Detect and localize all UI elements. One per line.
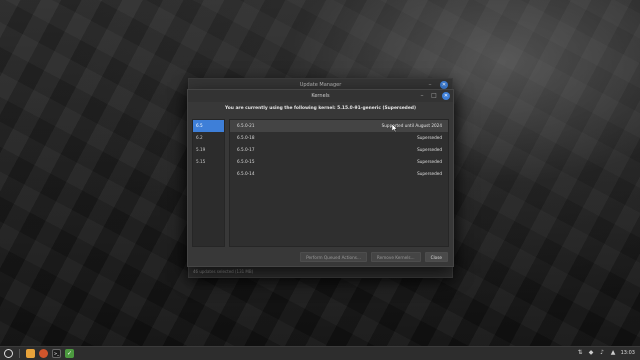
kernel-status: Superseded bbox=[417, 171, 442, 176]
perform-queued-actions-button[interactable]: Perform Queued Actions... bbox=[300, 252, 367, 262]
version-item-5-19[interactable]: 5.19 bbox=[193, 144, 224, 156]
update-status-text: 46 updates selected (131 MB) bbox=[193, 269, 254, 274]
maximize-icon[interactable]: □ bbox=[430, 92, 438, 100]
kernel-list[interactable]: 6.5.0-21 Supported until August 2024 6.5… bbox=[229, 119, 449, 247]
kernel-status: Supported until August 2024 bbox=[381, 123, 442, 128]
close-button[interactable]: Close bbox=[424, 252, 448, 262]
update-manager-title: Update Manager bbox=[299, 82, 342, 88]
close-icon[interactable]: ✕ bbox=[440, 81, 448, 89]
kernel-row[interactable]: 6.5.0-15 Superseded bbox=[230, 156, 448, 168]
minimize-icon[interactable]: – bbox=[418, 92, 426, 100]
network-icon[interactable]: ⇅ bbox=[577, 349, 584, 356]
kernel-name: 6.5.0-15 bbox=[237, 159, 255, 164]
kernel-status: Superseded bbox=[417, 147, 442, 152]
kernel-name: 6.5.0-21 bbox=[237, 123, 255, 128]
version-item-5-15[interactable]: 5.15 bbox=[193, 156, 224, 168]
kernel-version-list[interactable]: 6.5 6.2 5.19 5.15 bbox=[192, 119, 225, 247]
files-icon[interactable] bbox=[26, 349, 35, 358]
kernel-status: Superseded bbox=[417, 159, 442, 164]
shield-icon[interactable]: ◆ bbox=[588, 349, 595, 356]
version-item-6-2[interactable]: 6.2 bbox=[193, 132, 224, 144]
kernel-row[interactable]: 6.5.0-14 Superseded bbox=[230, 168, 448, 180]
minimize-icon[interactable]: – bbox=[426, 81, 434, 89]
taskbar-separator bbox=[19, 349, 20, 358]
mouse-pointer-icon bbox=[392, 124, 398, 132]
kernel-row[interactable]: 6.5.0-18 Superseded bbox=[230, 132, 448, 144]
kernel-row[interactable]: 6.5.0-21 Supported until August 2024 bbox=[230, 120, 448, 132]
kernel-name: 6.5.0-14 bbox=[237, 171, 255, 176]
notifications-icon[interactable]: ▲ bbox=[610, 349, 617, 356]
close-icon[interactable]: ✕ bbox=[442, 92, 450, 100]
menu-icon[interactable] bbox=[4, 349, 13, 358]
kernels-dialog[interactable]: Kernels – □ ✕ You are currently using th… bbox=[187, 89, 454, 267]
kernel-status: Superseded bbox=[417, 135, 442, 140]
kernel-name: 6.5.0-18 bbox=[237, 135, 255, 140]
current-kernel-message: You are currently using the following ke… bbox=[225, 106, 416, 111]
kernel-row[interactable]: 6.5.0-17 Superseded bbox=[230, 144, 448, 156]
remove-kernels-button[interactable]: Remove Kernels... bbox=[370, 252, 421, 262]
taskbar: >_ ✓ ⇅ ◆ ♪ ▲ 13:03 bbox=[0, 346, 640, 360]
firefox-icon[interactable] bbox=[39, 349, 48, 358]
kernels-title: Kernels bbox=[311, 93, 330, 99]
terminal-icon[interactable]: >_ bbox=[52, 349, 61, 358]
clock[interactable]: 13:03 bbox=[621, 350, 635, 356]
version-item-6-5[interactable]: 6.5 bbox=[193, 120, 224, 132]
kernel-name: 6.5.0-17 bbox=[237, 147, 255, 152]
update-manager-icon[interactable]: ✓ bbox=[65, 349, 74, 358]
kernels-titlebar[interactable]: Kernels – □ ✕ bbox=[188, 90, 453, 102]
volume-icon[interactable]: ♪ bbox=[599, 349, 606, 356]
